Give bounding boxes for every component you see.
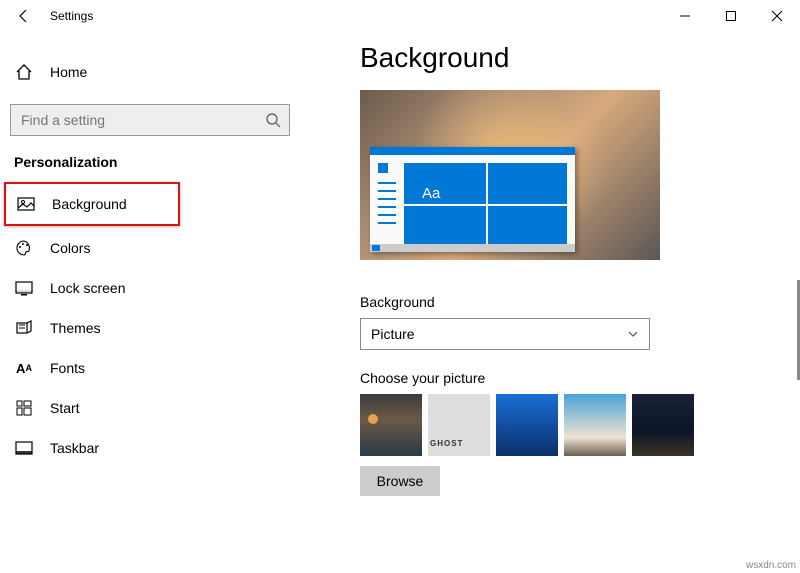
- desktop-preview: Aa: [360, 90, 660, 260]
- home-label: Home: [50, 64, 87, 80]
- themes-icon: [14, 318, 34, 338]
- palette-icon: [14, 238, 34, 258]
- sidebar-item-fonts[interactable]: AA Fonts: [0, 348, 300, 388]
- fonts-icon: AA: [14, 358, 34, 378]
- sidebar-item-label: Start: [50, 400, 80, 416]
- sidebar-item-label: Fonts: [50, 360, 85, 376]
- sidebar-item-background[interactable]: Background: [4, 182, 180, 226]
- picture-thumb-3[interactable]: [496, 394, 558, 456]
- titlebar: Settings: [0, 0, 800, 32]
- start-icon: [14, 398, 34, 418]
- sidebar: Home Personalization Background Colors L…: [0, 32, 300, 573]
- back-button[interactable]: [4, 0, 44, 32]
- close-button[interactable]: [754, 0, 800, 32]
- content-area: Background Aa Background Picture Choose …: [360, 42, 792, 573]
- taskbar-icon: [14, 438, 34, 458]
- preview-aa: Aa: [422, 185, 440, 202]
- picture-thumb-1[interactable]: [360, 394, 422, 456]
- sidebar-item-label: Lock screen: [50, 280, 125, 296]
- sidebar-item-label: Taskbar: [50, 440, 99, 456]
- background-dropdown[interactable]: Picture: [360, 318, 650, 350]
- sidebar-item-colors[interactable]: Colors: [0, 228, 300, 268]
- picture-thumbnails: [360, 394, 792, 456]
- choose-picture-label: Choose your picture: [360, 370, 792, 386]
- browse-button[interactable]: Browse: [360, 466, 440, 496]
- section-header: Personalization: [14, 154, 300, 170]
- watermark: wsxdn.com: [746, 560, 796, 571]
- picture-thumb-5[interactable]: [632, 394, 694, 456]
- chevron-down-icon: [627, 328, 639, 340]
- sidebar-item-label: Themes: [50, 320, 101, 336]
- home-icon: [14, 62, 34, 82]
- background-field-label: Background: [360, 294, 792, 310]
- dropdown-value: Picture: [371, 326, 415, 342]
- picture-thumb-4[interactable]: [564, 394, 626, 456]
- picture-icon: [16, 194, 36, 214]
- lockscreen-icon: [14, 278, 34, 298]
- maximize-button[interactable]: [708, 0, 754, 32]
- sidebar-item-taskbar[interactable]: Taskbar: [0, 428, 300, 468]
- page-title: Background: [360, 42, 792, 74]
- sidebar-item-label: Colors: [50, 240, 90, 256]
- window-title: Settings: [50, 9, 93, 23]
- minimize-button[interactable]: [662, 0, 708, 32]
- home-button[interactable]: Home: [0, 52, 300, 92]
- sidebar-item-themes[interactable]: Themes: [0, 308, 300, 348]
- sidebar-item-label: Background: [52, 196, 127, 212]
- search-field[interactable]: [19, 111, 265, 129]
- sidebar-item-lockscreen[interactable]: Lock screen: [0, 268, 300, 308]
- sample-window: Aa: [370, 147, 575, 252]
- search-input[interactable]: [10, 104, 290, 136]
- picture-thumb-2[interactable]: [428, 394, 490, 456]
- browse-label: Browse: [377, 473, 424, 489]
- search-icon: [265, 112, 281, 128]
- sidebar-item-start[interactable]: Start: [0, 388, 300, 428]
